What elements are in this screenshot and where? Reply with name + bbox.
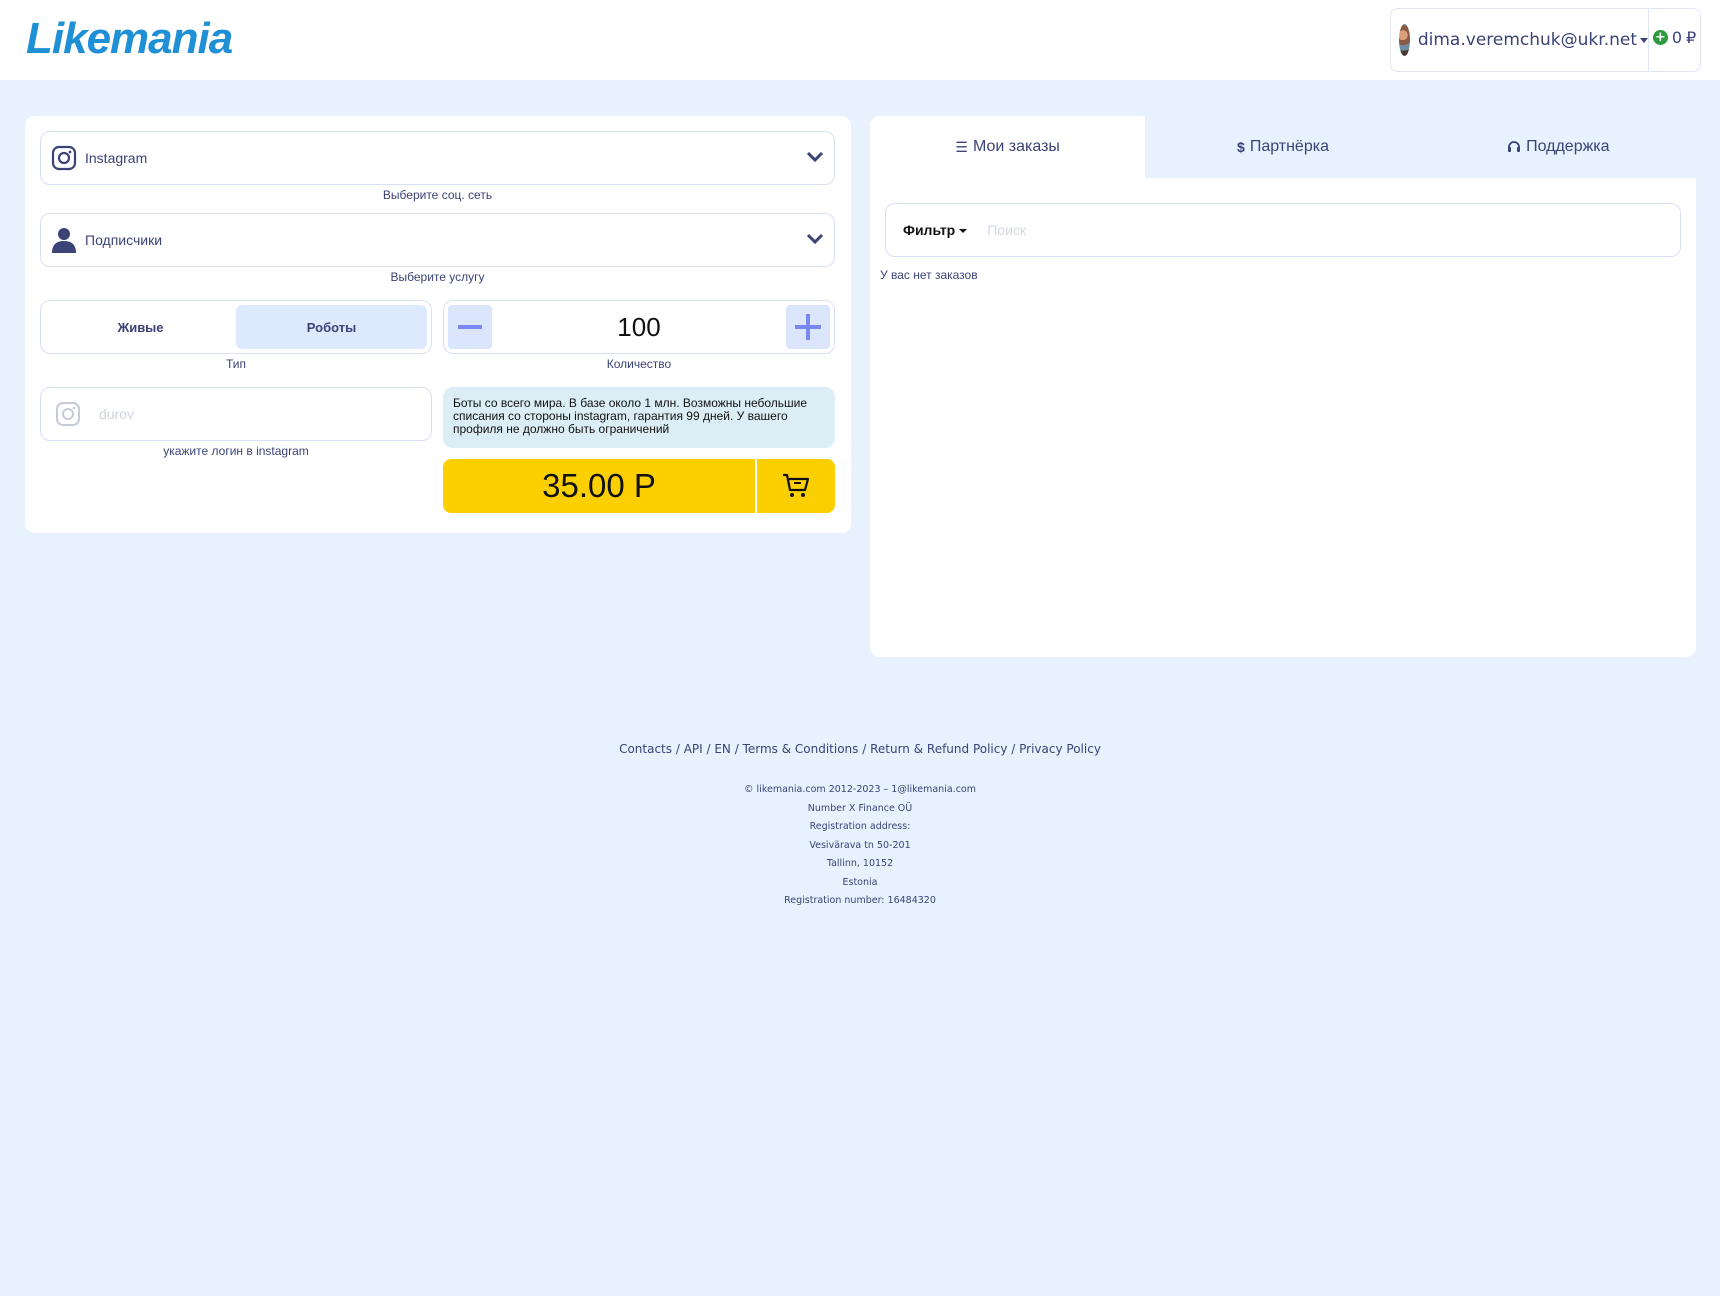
- quantity-stepper: 100: [443, 300, 835, 354]
- footer-link-terms[interactable]: Terms & Conditions: [743, 742, 859, 756]
- footer-link-api[interactable]: API: [684, 742, 703, 756]
- caret-down-icon: [959, 229, 968, 234]
- service-description: Боты со всего мира. В базе около 1 млн. …: [443, 387, 835, 448]
- quantity-value[interactable]: 100: [617, 312, 660, 343]
- top-header: Likemania dima.veremchuk@ukr.net + 0 ₽: [0, 0, 1720, 80]
- footer-street: Vesivärava tn 50-201: [809, 839, 911, 851]
- instagram-icon: [51, 145, 77, 171]
- caret-down-icon: [1640, 37, 1648, 43]
- price-label: 35.00 Р: [443, 459, 757, 513]
- login-field: [40, 387, 432, 441]
- network-value: Instagram: [85, 150, 148, 166]
- plus-circle-icon: +: [1652, 29, 1668, 45]
- quantity-hint: Количество: [606, 357, 672, 371]
- tab-label: Партнёрка: [1249, 138, 1329, 155]
- tab-partners[interactable]: $ Партнёрка: [1145, 116, 1421, 178]
- balance-amount: 0: [1671, 27, 1682, 47]
- filter-dropdown[interactable]: Фильтр: [903, 222, 968, 238]
- footer-country: Estonia: [842, 876, 878, 888]
- order-form-card: Instagram Выберите соц. сеть Подписчики …: [25, 116, 851, 533]
- service-select[interactable]: Подписчики: [40, 213, 835, 267]
- increase-button[interactable]: [785, 305, 830, 349]
- footer-reg-number: Registration number: 16484320: [784, 895, 936, 906]
- type-option-bots[interactable]: Роботы: [236, 305, 427, 349]
- footer-copyright: © likemania.com 2012-2023 – 1@likemania.…: [744, 784, 976, 795]
- footer-links: Contacts / API / EN / Terms & Conditions…: [619, 742, 1101, 756]
- type-toggle: Живые Роботы: [40, 300, 432, 354]
- dollar-icon: $: [1237, 139, 1245, 155]
- plus-icon: [794, 314, 821, 340]
- headset-icon: [1508, 141, 1521, 152]
- footer-link-contacts[interactable]: Contacts: [619, 742, 672, 756]
- footer-link-language[interactable]: EN: [714, 742, 731, 756]
- orders-tabs: ☰ Мои заказы $ Партнёрка Поддержка: [870, 116, 1696, 178]
- login-hint: укажите логин в instagram: [163, 444, 309, 458]
- service-value: Подписчики: [85, 232, 163, 248]
- decrease-button[interactable]: [448, 305, 492, 349]
- chevron-down-icon: [806, 151, 824, 163]
- footer-company: Number X Finance OÜ: [807, 802, 913, 814]
- footer-link-refund[interactable]: Return & Refund Policy: [870, 742, 1007, 756]
- empty-orders-message: У вас нет заказов: [880, 268, 978, 282]
- user-email: dima.veremchuk@ukr.net: [1418, 30, 1648, 50]
- footer-city: Tallinn, 10152: [826, 858, 894, 869]
- footer-address-label: Registration address:: [809, 821, 911, 832]
- type-option-live[interactable]: Живые: [45, 305, 236, 349]
- user-dropdown[interactable]: dima.veremchuk@ukr.net: [1391, 9, 1649, 71]
- tab-my-orders[interactable]: ☰ Мои заказы: [870, 116, 1146, 178]
- footer-info: © likemania.com 2012-2023 – 1@likemania.…: [0, 781, 1720, 911]
- login-input[interactable]: [99, 406, 399, 422]
- cart-icon: [783, 473, 810, 497]
- instagram-icon: [56, 402, 80, 426]
- tab-label: Поддержка: [1526, 138, 1610, 155]
- network-hint: Выберите соц. сеть: [382, 188, 493, 202]
- orders-card: ☰ Мои заказы $ Партнёрка Поддержка Фильт…: [870, 116, 1696, 657]
- tab-support[interactable]: Поддержка: [1420, 116, 1696, 178]
- logo[interactable]: Likemania: [26, 14, 233, 64]
- tab-label: Мои заказы: [972, 138, 1060, 155]
- type-hint: Тип: [225, 357, 246, 371]
- buy-button[interactable]: 35.00 Р: [443, 459, 835, 513]
- user-menu: dima.veremchuk@ukr.net + 0 ₽: [1390, 8, 1701, 72]
- currency-sign: ₽: [1686, 27, 1697, 47]
- minus-icon: [458, 325, 482, 329]
- list-icon: ☰: [955, 138, 968, 155]
- service-hint: Выберите услугу: [390, 270, 485, 284]
- avatar: [1399, 24, 1410, 56]
- filter-bar: Фильтр: [885, 203, 1681, 257]
- network-select[interactable]: Instagram: [40, 131, 835, 185]
- chevron-down-icon: [806, 233, 824, 245]
- search-input[interactable]: [987, 222, 1588, 238]
- footer-link-privacy[interactable]: Privacy Policy: [1019, 742, 1101, 756]
- cart-button[interactable]: [757, 459, 835, 513]
- user-icon: [52, 228, 76, 253]
- balance-button[interactable]: + 0 ₽: [1649, 9, 1700, 71]
